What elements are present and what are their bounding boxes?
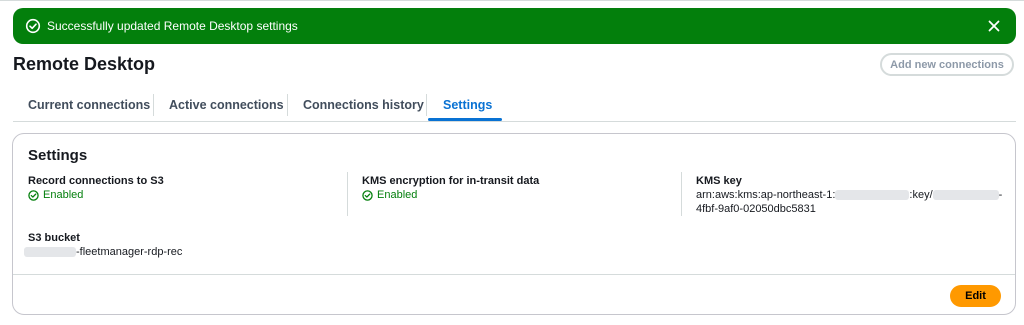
record-s3-status-text: Enabled xyxy=(43,189,84,201)
redacted-bucket-prefix xyxy=(24,247,76,258)
s3-bucket-suffix: -fleetmanager-rdp-rec xyxy=(76,246,183,258)
kms-key-arn-line2: 4fbf-9af0-02050dbc5831 xyxy=(696,203,816,215)
settings-title: Settings xyxy=(28,147,88,164)
kms-key-arn-suffix: - xyxy=(998,189,1003,201)
redacted-key-id xyxy=(932,190,999,201)
kms-key-arn: arn:aws:kms:ap-northeast-1: :key/ - xyxy=(696,189,1002,201)
edit-button[interactable]: Edit xyxy=(950,285,1001,307)
s3-bucket-label: S3 bucket xyxy=(28,232,80,244)
flash-message: Successfully updated Remote Desktop sett… xyxy=(47,19,298,33)
close-icon[interactable] xyxy=(986,18,1002,34)
tab-divider xyxy=(287,94,288,116)
add-new-connections-button[interactable]: Add new connections xyxy=(880,53,1014,76)
tab-settings[interactable]: Settings xyxy=(443,89,492,121)
tab-active-connections[interactable]: Active connections xyxy=(169,89,284,121)
kms-encryption-status-text: Enabled xyxy=(377,189,418,201)
page-title: Remote Desktop xyxy=(13,54,156,74)
column-divider xyxy=(681,172,682,216)
record-s3-label: Record connections to S3 xyxy=(28,175,164,187)
s3-bucket-value: -fleetmanager-rdp-rec xyxy=(24,246,182,258)
tab-divider xyxy=(426,94,427,116)
record-s3-status: Enabled xyxy=(28,189,83,201)
check-circle-icon xyxy=(25,18,41,34)
active-tab-indicator xyxy=(428,118,502,121)
top-divider xyxy=(0,0,1024,1)
tab-divider xyxy=(153,94,154,116)
kms-key-label: KMS key xyxy=(696,175,742,187)
tab-current-connections[interactable]: Current connections xyxy=(28,89,150,121)
tab-connections-history[interactable]: Connections history xyxy=(303,89,424,121)
kms-key-arn-prefix: arn:aws:kms:ap-northeast-1: xyxy=(696,189,836,201)
redacted-account-id xyxy=(835,190,910,201)
check-circle-icon xyxy=(28,189,39,201)
tab-bar: Current connections Active connections C… xyxy=(13,89,1016,122)
column-divider xyxy=(347,172,348,216)
check-circle-icon xyxy=(362,189,373,201)
kms-encryption-status: Enabled xyxy=(362,189,417,201)
settings-panel: Settings Record connections to S3 Enable… xyxy=(12,133,1016,315)
panel-footer-divider xyxy=(13,274,1015,275)
kms-key-arn-middle: :key/ xyxy=(909,189,933,201)
kms-encryption-label: KMS encryption for in-transit data xyxy=(362,175,540,187)
success-flash-banner: Successfully updated Remote Desktop sett… xyxy=(13,8,1016,44)
